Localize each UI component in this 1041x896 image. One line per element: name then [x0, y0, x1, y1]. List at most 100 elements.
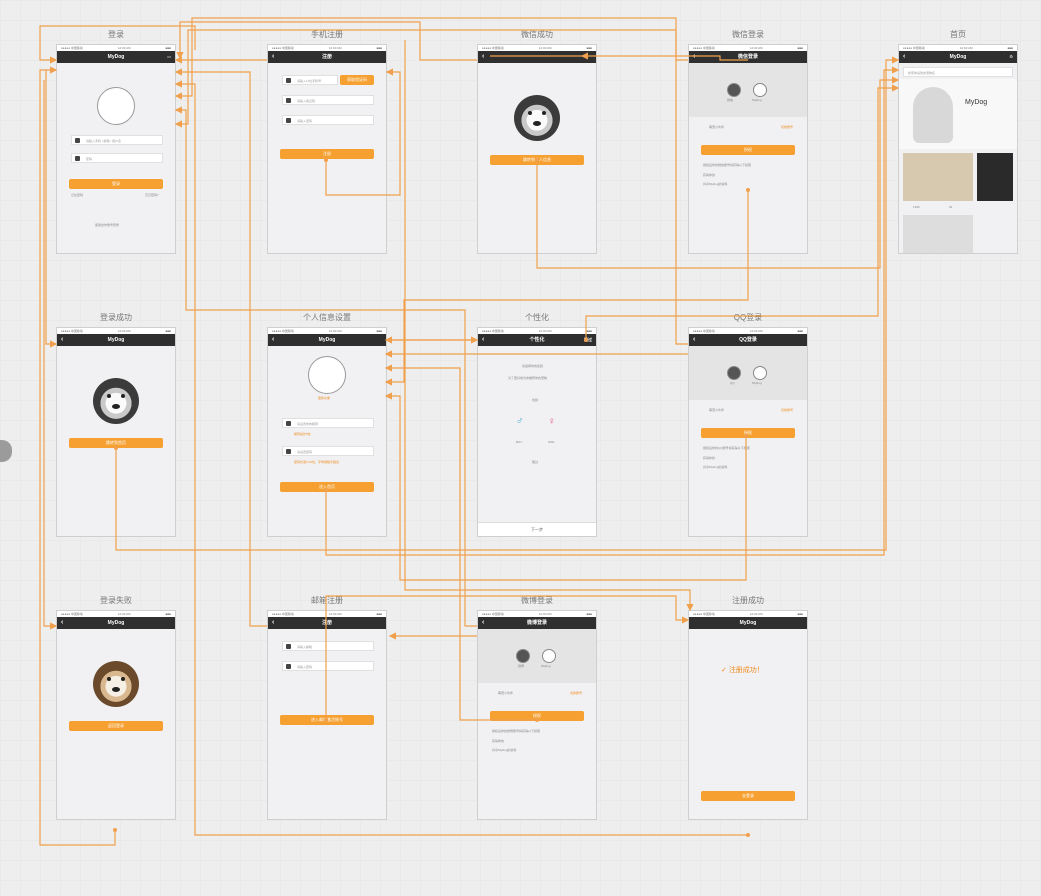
login-button[interactable]: 登录	[69, 179, 163, 189]
phone-input[interactable]: 请输入11位手机号	[282, 75, 338, 85]
lock-icon	[286, 449, 291, 454]
screen-title-login-success: 登录成功	[100, 313, 132, 322]
qq-icon	[727, 366, 741, 380]
nav-bar: ‹ MyDog	[57, 617, 175, 629]
screen-home: ●●●●● 中国移动 12:00 AM ■■■ ‹ MyDog ⚙ 搜索你喜欢的宠物名 …	[898, 44, 1018, 254]
back-icon[interactable]: ‹	[272, 617, 274, 629]
screen-profile: ●●●●● 中国移动 12:00 AM ■■■ ‹ MyDog 更换头像 请设置你的昵…	[267, 327, 387, 537]
auth-note-2: 获得你的	[492, 739, 505, 743]
mydog-icon	[542, 649, 556, 663]
nickname-tip: 昵称最长8位	[294, 432, 311, 436]
switch-account-link[interactable]: 切换账号	[781, 408, 793, 412]
auth-header	[478, 629, 596, 683]
mydog-label: MyDog	[541, 664, 551, 668]
like-count: 1366	[913, 205, 920, 209]
phone-icon	[286, 78, 291, 83]
auth-share-checkbox[interactable]: 共享MyDog的资料	[492, 748, 517, 752]
back-icon[interactable]: ‹	[482, 617, 484, 629]
screen-personalize: ●●●●● 中国移动 12:00 AM ■■■ ‹ 个性化 跳过 请选择你的性别 为了更…	[477, 327, 597, 537]
search-input[interactable]: 搜索你喜欢的宠物名	[903, 67, 1013, 77]
back-icon[interactable]: ‹	[61, 617, 63, 629]
dog-photo	[93, 378, 139, 424]
male-icon[interactable]: ♂	[516, 416, 524, 427]
goto-profile-button[interactable]: 跳转到个人信息	[490, 155, 584, 165]
back-icon[interactable]: ‹	[482, 334, 484, 346]
nav-bar: ‹ QQ登录	[689, 334, 807, 346]
auth-share-checkbox[interactable]: 共享MyDog的资料	[703, 465, 728, 469]
nickname-input[interactable]: 请设置你的昵称	[282, 418, 374, 428]
flow-canvas: 登录 ●●●●● 中国移动 12:00 AM ■■■ MyDog ▭ 请输入手机 / …	[0, 0, 1041, 896]
auth-header	[689, 346, 807, 400]
nav-bar: MyDog	[689, 617, 807, 629]
remember-checkbox[interactable]: 记住密码	[71, 193, 83, 197]
other-login-label: 使用合作账号登录	[95, 223, 120, 227]
lock-icon	[286, 664, 291, 669]
dog-logo-avatar	[97, 87, 135, 125]
nav-bar: ‹ MyDog	[268, 334, 386, 346]
screen-title-email-register: 邮箱注册	[311, 596, 343, 605]
question-2: 为了更好地为你推荐你的宠物	[508, 376, 548, 380]
back-to-login-button[interactable]: 返回登录	[69, 721, 163, 731]
menu-icon[interactable]: ▭	[167, 51, 171, 63]
register-button[interactable]: 注册	[280, 149, 374, 159]
qq-label: QQ	[730, 381, 735, 385]
next-button[interactable]: 下一步	[478, 522, 596, 536]
check-circle-icon: ✓	[721, 667, 729, 674]
forgot-link[interactable]: 忘记密码?	[145, 193, 159, 197]
back-icon[interactable]: ‹	[903, 51, 905, 63]
auth-note: 授权后你的微博账号将获得以下权限	[492, 729, 541, 733]
female-icon[interactable]: ♀	[548, 416, 556, 427]
register-password-input[interactable]: 请输入密码	[282, 115, 374, 125]
switch-account-link[interactable]: 切换账号	[570, 691, 582, 695]
auth-note-2: 获得你的	[703, 173, 716, 177]
screen-login: ●●●●● 中国移动 12:00 AM ■■■ MyDog ▭ 请输入手机 / 邮箱 …	[56, 44, 176, 254]
auth-header	[689, 63, 807, 117]
back-icon[interactable]: ‹	[272, 51, 274, 63]
dog-photo	[514, 95, 560, 141]
back-icon[interactable]: ‹	[693, 51, 695, 63]
switch-account-link[interactable]: 切换账号	[781, 125, 793, 129]
auth-note-2: 获得你的	[703, 456, 716, 460]
password-input[interactable]: 密码	[71, 153, 163, 163]
nav-bar: ‹	[478, 51, 596, 63]
change-avatar-link[interactable]: 更换头像	[318, 396, 330, 400]
authorize-button[interactable]: 授权	[701, 428, 795, 438]
skip-link[interactable]: 跳过	[584, 334, 592, 346]
profile-password-input[interactable]: 请设置密码	[282, 446, 374, 456]
screen-title-register-success: 注册成功	[732, 596, 764, 605]
back-icon[interactable]: ‹	[61, 334, 63, 346]
back-icon[interactable]: ‹	[272, 334, 274, 346]
username-input[interactable]: 请输入手机 / 邮箱 / 用户名	[71, 135, 163, 145]
user-name: 萌宠小伙伴	[709, 408, 725, 412]
profile-avatar[interactable]	[308, 356, 346, 394]
skip-button[interactable]: 跳过	[532, 460, 538, 464]
back-icon[interactable]: ‹	[693, 334, 695, 346]
password-tip: 密码长度6-16位，字母或数字组合	[294, 460, 340, 464]
weibo-icon	[516, 649, 530, 663]
activate-email-button[interactable]: 进入邮箱激活账号	[280, 715, 374, 725]
get-code-button[interactable]: 获取验证码	[340, 75, 374, 85]
authorize-button[interactable]: 授权	[701, 145, 795, 155]
goto-login-button[interactable]: 去登录	[701, 791, 795, 801]
auth-share-checkbox[interactable]: 共享MyDog的资料	[703, 182, 728, 186]
authorize-button[interactable]: 授权	[490, 711, 584, 721]
screen-title-profile: 个人信息设置	[303, 313, 351, 322]
nav-bar: ‹ 注册	[268, 617, 386, 629]
user-name: 萌宠小伙伴	[498, 691, 514, 695]
dog-with-glasses-image	[913, 87, 953, 143]
screen-title-wechat-login: 微信登录	[732, 30, 764, 39]
email-input[interactable]: 请输入邮箱	[282, 641, 374, 651]
pug-image	[903, 153, 973, 201]
email-password-input[interactable]: 请输入密码	[282, 661, 374, 671]
enter-home-button[interactable]: 进入首页	[280, 482, 374, 492]
goto-home-button[interactable]: 跳转到首页	[69, 438, 163, 448]
nav-bar: ‹ MyDog ⚙	[899, 51, 1017, 63]
comment-count: 62	[949, 205, 953, 209]
back-icon[interactable]: ‹	[482, 51, 484, 63]
code-input[interactable]: 请输入验证码	[282, 95, 374, 105]
screen-title-home: 首页	[950, 30, 966, 39]
screen-title-wechat-success: 微信成功	[521, 30, 553, 39]
nav-bar: ‹ MyDog	[57, 334, 175, 346]
screen-email-register: ●●●●● 中国移动 12:00 AM ■■■ ‹ 注册 请输入邮箱 请输入密码 进入…	[267, 610, 387, 820]
settings-icon[interactable]: ⚙	[1009, 51, 1013, 63]
